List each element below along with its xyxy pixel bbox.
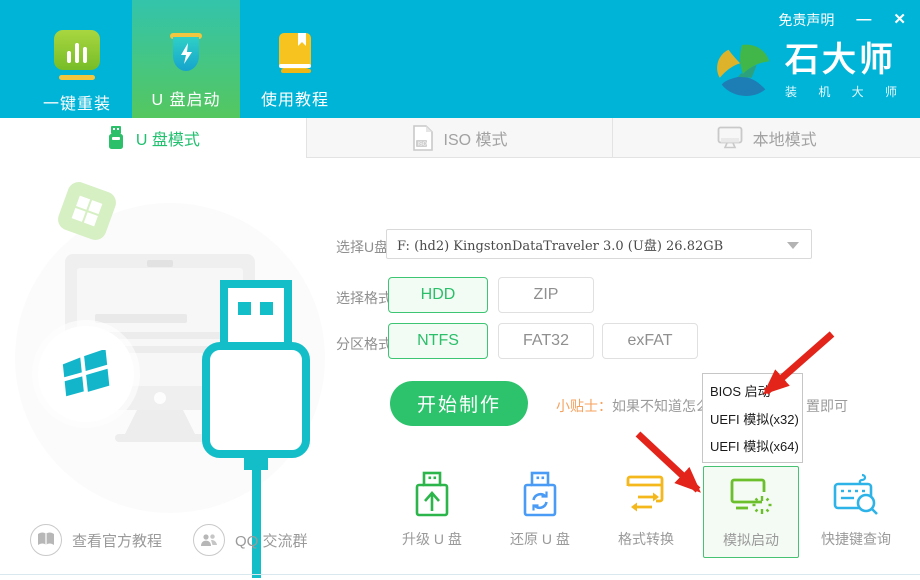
tool-label: 还原 U 盘 <box>492 529 588 549</box>
windows-flag-icon <box>61 350 111 398</box>
app-window: 一键重装 U 盘启动 <box>0 0 920 580</box>
partition-option-ntfs[interactable]: NTFS <box>388 323 488 359</box>
open-book-icon <box>30 524 62 556</box>
format-option-zip[interactable]: ZIP <box>498 277 594 313</box>
simulate-boot-icon <box>704 471 798 523</box>
close-button[interactable]: ✕ <box>893 11 906 29</box>
iso-file-icon: ISO <box>412 125 434 151</box>
usb-drive-select[interactable]: F: (hd2) KingstonDataTraveler 3.0 (U盘) 2… <box>386 229 812 259</box>
tab-iso-mode[interactable]: ISO ISO 模式 <box>307 118 614 158</box>
partition-label: 分区格式: <box>336 334 396 354</box>
top-nav: 一键重装 U 盘启动 <box>0 0 350 118</box>
tab-label: 一键重装 <box>43 90 111 114</box>
tab-label: U 盘启动 <box>151 86 220 110</box>
tool-upgrade-usb[interactable]: 升级 U 盘 <box>384 470 480 549</box>
usb-upgrade-icon <box>384 470 480 522</box>
tool-restore-usb[interactable]: 还原 U 盘 <box>492 470 588 549</box>
partition-option-exfat[interactable]: exFAT <box>602 323 698 359</box>
brand-text: 石大师 装 机 大 师 <box>785 42 906 100</box>
popup-item-uefi-x32[interactable]: UEFI 模拟(x32) <box>710 409 795 428</box>
tool-simulate-boot[interactable]: 模拟启动 <box>703 466 799 558</box>
book-icon <box>272 30 318 76</box>
link-label: 查看官方教程 <box>72 530 162 551</box>
link-label: QQ 交流群 <box>235 530 308 551</box>
popup-item-uefi-x64[interactable]: UEFI 模拟(x64) <box>710 436 795 455</box>
format-label: 选择格式: <box>336 288 396 308</box>
tip-label: 小贴士： <box>556 398 612 414</box>
tool-hotkey-query[interactable]: 快捷键查询 <box>806 470 906 549</box>
brand-swirl-icon <box>713 42 775 102</box>
mode-tab-label: ISO 模式 <box>444 126 508 150</box>
chevron-down-icon <box>787 242 799 249</box>
mode-tab-label: 本地模式 <box>753 126 817 150</box>
group-people-icon <box>193 524 225 556</box>
tab-label: 使用教程 <box>261 86 329 110</box>
tool-format-convert[interactable]: 格式转换 <box>598 470 694 549</box>
svg-text:ISO: ISO <box>417 141 426 147</box>
shield-bolt-icon <box>163 30 209 76</box>
qq-group-link[interactable]: QQ 交流群 <box>193 524 308 556</box>
brand-name: 石大师 <box>785 42 906 78</box>
disclaimer-link[interactable]: 免责声明 <box>778 10 834 30</box>
brand-subtitle: 装 机 大 师 <box>785 83 906 100</box>
format-option-hdd[interactable]: HDD <box>388 277 488 313</box>
brand-logo: 石大师 装 机 大 师 <box>713 42 906 102</box>
tool-label: 快捷键查询 <box>806 529 906 549</box>
official-tutorial-link[interactable]: 查看官方教程 <box>30 524 162 556</box>
mode-tabs: U 盘模式 ISO ISO 模式 本地模式 <box>0 118 920 158</box>
titlebar-controls: 免责声明 — ✕ <box>778 10 906 30</box>
tip-text-right: 置即可 <box>806 396 848 416</box>
tool-label: 格式转换 <box>598 529 694 549</box>
usb-select-label: 选择U盘: <box>336 237 392 257</box>
usb-stick-icon <box>106 126 126 150</box>
tool-label: 模拟启动 <box>704 530 798 550</box>
format-convert-icon <box>598 470 694 522</box>
partition-option-fat32[interactable]: FAT32 <box>498 323 594 359</box>
popup-item-bios[interactable]: BIOS 启动 <box>710 381 795 400</box>
minimize-button[interactable]: — <box>856 11 871 29</box>
tab-usb-mode[interactable]: U 盘模式 <box>0 118 307 158</box>
start-button[interactable]: 开始制作 <box>390 381 528 426</box>
hotkey-query-icon <box>806 470 906 522</box>
bar-chart-icon <box>54 30 100 70</box>
window-bottom-border <box>0 574 920 575</box>
usb-illustration <box>0 158 340 578</box>
boot-mode-popup: BIOS 启动 UEFI 模拟(x32) UEFI 模拟(x64) <box>702 373 803 463</box>
monitor-icon <box>717 126 743 150</box>
tab-usb-boot[interactable]: U 盘启动 <box>132 0 240 118</box>
tab-tutorial[interactable]: 使用教程 <box>240 0 350 118</box>
windows-logo-badge <box>38 326 134 422</box>
usb-restore-icon <box>492 470 588 522</box>
tab-one-key-reinstall[interactable]: 一键重装 <box>22 0 132 118</box>
chart-underline <box>59 75 95 80</box>
header-bar: 一键重装 U 盘启动 <box>0 0 920 118</box>
tab-local-mode[interactable]: 本地模式 <box>613 118 920 158</box>
tool-label: 升级 U 盘 <box>384 529 480 549</box>
usb-drive-value: F: (hd2) KingstonDataTraveler 3.0 (U盘) 2… <box>397 235 723 254</box>
mode-tab-label: U 盘模式 <box>136 126 200 150</box>
